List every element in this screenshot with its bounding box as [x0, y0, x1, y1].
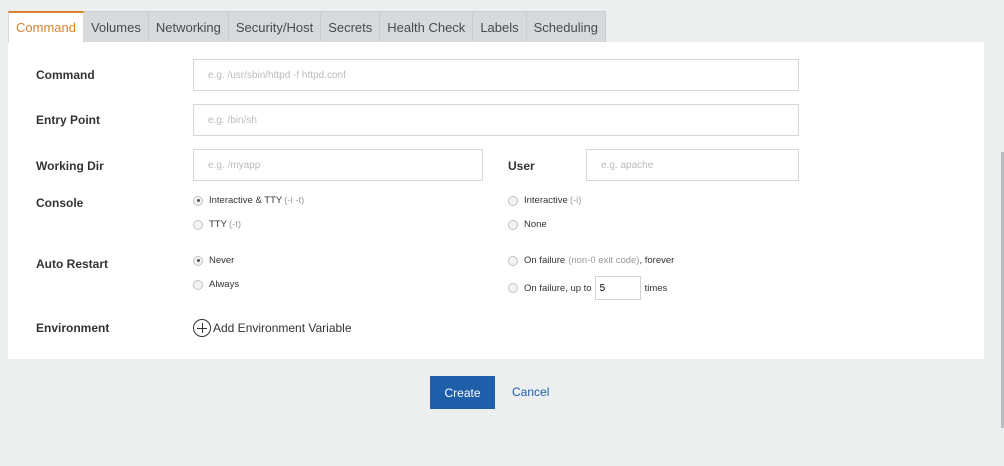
radio-dot-icon: [508, 195, 518, 206]
radio-label: Interactive & TTY: [209, 195, 283, 206]
restart-on-failure-upto-radio[interactable]: On failure, up to times: [508, 276, 667, 300]
radio-dot-icon: [193, 195, 203, 206]
tab-networking[interactable]: Networking: [147, 11, 229, 43]
working-dir-label: Working Dir: [36, 159, 104, 173]
radio-dot-icon: [508, 219, 518, 230]
tab-secrets[interactable]: Secrets: [320, 11, 381, 43]
radio-label: Never: [209, 255, 235, 266]
console-tty-radio[interactable]: TTY (-t): [193, 219, 241, 230]
radio-hint: (non-0 exit code): [568, 255, 640, 266]
user-input[interactable]: [586, 149, 799, 181]
radio-dot-icon: [508, 255, 518, 266]
command-panel: Command Entry Point Working Dir User Con…: [8, 42, 984, 359]
environment-label: Environment: [36, 321, 110, 335]
radio-label: On failure: [524, 255, 566, 266]
radio-hint: (-i -t): [284, 195, 305, 206]
radio-label-suffix: times: [644, 282, 668, 294]
cancel-button[interactable]: Cancel: [505, 376, 556, 409]
restart-always-radio[interactable]: Always: [193, 279, 239, 290]
user-label: User: [508, 159, 535, 173]
console-interactive-tty-radio[interactable]: Interactive & TTY (-i -t): [193, 195, 304, 206]
radio-hint: (-t): [228, 219, 242, 230]
add-environment-variable-label: Add Environment Variable: [213, 321, 352, 335]
radio-label-suffix: , forever: [639, 255, 675, 266]
restart-never-radio[interactable]: Never: [193, 255, 234, 266]
restart-on-failure-forever-radio[interactable]: On failure (non-0 exit code) , forever: [508, 255, 674, 266]
plus-circle-icon: [193, 319, 211, 337]
working-dir-input[interactable]: [193, 149, 483, 181]
create-button[interactable]: Create: [430, 376, 495, 409]
radio-label: On failure, up to: [524, 282, 592, 294]
radio-dot-icon: [508, 283, 518, 293]
console-interactive-radio[interactable]: Interactive (-i): [508, 195, 581, 206]
tab-security-host[interactable]: Security/Host: [227, 11, 322, 43]
add-environment-variable-button[interactable]: Add Environment Variable: [193, 319, 352, 337]
console-none-radio[interactable]: None: [508, 219, 547, 230]
tab-health-check[interactable]: Health Check: [379, 11, 474, 43]
radio-dot-icon: [193, 279, 203, 290]
restart-count-input[interactable]: [594, 276, 641, 300]
radio-dot-icon: [193, 219, 203, 230]
tab-volumes[interactable]: Volumes: [82, 11, 149, 43]
console-label: Console: [36, 196, 84, 210]
auto-restart-label: Auto Restart: [36, 257, 109, 271]
entry-point-label: Entry Point: [36, 113, 101, 127]
command-label: Command: [36, 68, 95, 82]
entry-point-input[interactable]: [193, 104, 799, 136]
radio-label: Interactive: [524, 195, 568, 206]
radio-label: Always: [209, 279, 240, 290]
command-input[interactable]: [193, 59, 799, 91]
tab-bar: Command Volumes Networking Security/Host…: [8, 11, 606, 43]
radio-label: None: [524, 219, 547, 230]
radio-label: TTY: [209, 219, 227, 230]
radio-hint: (-i): [569, 195, 582, 206]
tab-scheduling[interactable]: Scheduling: [525, 11, 606, 43]
radio-dot-icon: [193, 255, 203, 266]
tab-command[interactable]: Command: [8, 11, 84, 43]
tab-labels[interactable]: Labels: [472, 11, 527, 43]
